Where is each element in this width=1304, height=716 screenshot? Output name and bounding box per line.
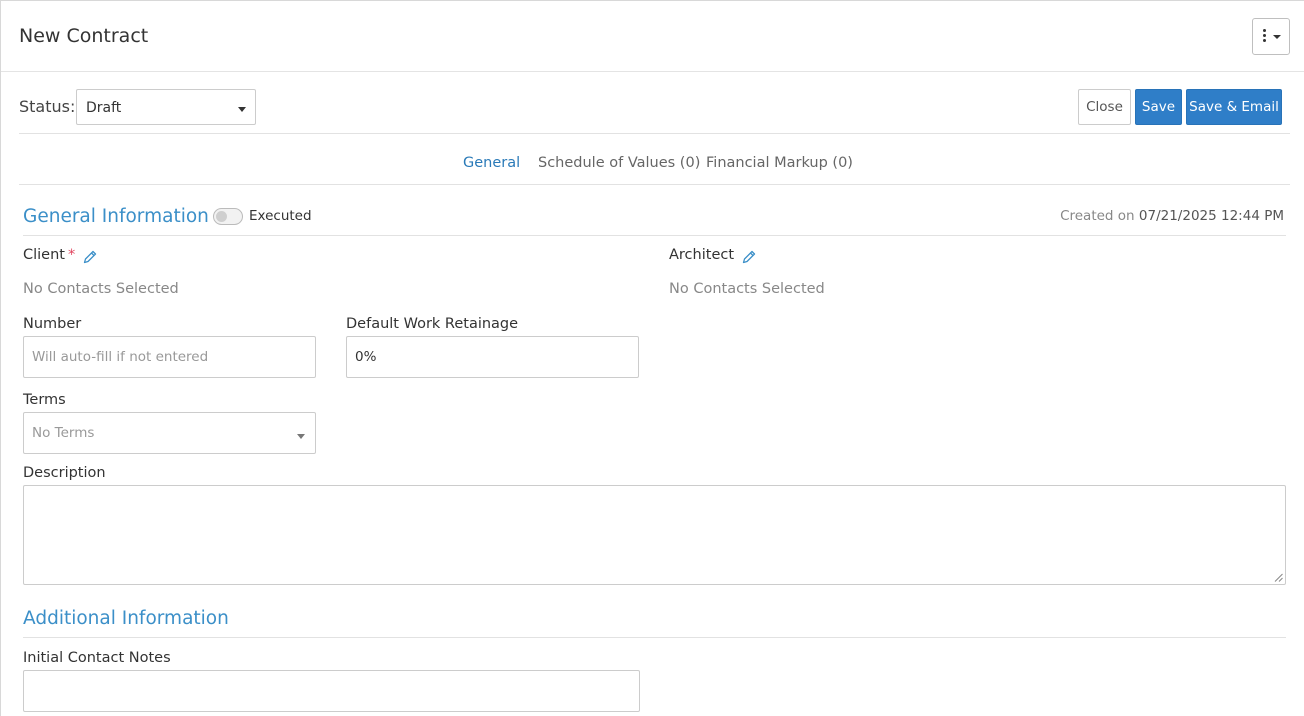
status-label: Status: <box>19 97 76 116</box>
number-placeholder: Will auto-fill if not entered <box>32 349 209 365</box>
retainage-value: 0% <box>355 349 377 365</box>
terms-placeholder: No Terms <box>32 425 95 441</box>
chevron-down-icon <box>238 107 246 112</box>
number-label: Number <box>23 316 82 332</box>
created-on-text: Created on 07/21/2025 12:44 PM <box>1060 208 1284 224</box>
divider <box>19 184 1290 185</box>
toggle-knob <box>216 211 227 222</box>
created-on-prefix: Created on <box>1060 208 1135 224</box>
architect-label: Architect <box>669 247 735 263</box>
required-marker: * <box>67 247 76 263</box>
close-button[interactable]: Close <box>1078 89 1131 125</box>
executed-toggle[interactable] <box>213 208 243 225</box>
kebab-menu-icon <box>1263 29 1267 45</box>
executed-label: Executed <box>249 208 312 224</box>
terms-select[interactable]: No Terms <box>23 412 316 454</box>
client-empty-text: No Contacts Selected <box>23 281 179 297</box>
chevron-down-icon <box>297 434 305 439</box>
initial-contact-notes-input[interactable] <box>23 670 640 712</box>
tab-financial-markup[interactable]: Financial Markup (0) <box>706 155 853 171</box>
initial-contact-notes-label: Initial Contact Notes <box>23 650 171 666</box>
divider <box>23 235 1286 236</box>
number-input[interactable]: Will auto-fill if not entered <box>23 336 316 378</box>
new-contract-modal: New Contract Status: Draft Close Save Sa… <box>0 0 1304 716</box>
terms-label: Terms <box>23 392 66 408</box>
save-button[interactable]: Save <box>1135 89 1182 125</box>
divider <box>19 133 1290 134</box>
status-selected-value: Draft <box>86 100 122 116</box>
pencil-icon[interactable] <box>82 249 98 265</box>
client-label: Client * <box>23 247 75 263</box>
description-textarea[interactable] <box>23 485 1286 585</box>
client-label-text: Client <box>23 247 65 263</box>
divider <box>23 637 1286 638</box>
status-select[interactable]: Draft <box>76 89 256 125</box>
pencil-icon[interactable] <box>741 249 757 265</box>
chevron-down-icon <box>1273 35 1281 39</box>
general-information-heading: General Information <box>23 206 209 227</box>
modal-title: New Contract <box>19 25 149 47</box>
tab-schedule-of-values[interactable]: Schedule of Values (0) <box>538 155 700 171</box>
retainage-label: Default Work Retainage <box>346 316 519 332</box>
description-label: Description <box>23 465 106 481</box>
save-and-email-button[interactable]: Save & Email <box>1186 89 1282 125</box>
additional-information-heading: Additional Information <box>23 608 229 629</box>
tab-general[interactable]: General <box>463 155 520 171</box>
architect-empty-text: No Contacts Selected <box>669 281 825 297</box>
more-options-button[interactable] <box>1252 18 1290 55</box>
retainage-input[interactable]: 0% <box>346 336 639 378</box>
resize-grip-icon[interactable] <box>1274 573 1283 582</box>
modal-header: New Contract <box>1 1 1304 72</box>
created-on-date: 07/21/2025 12:44 PM <box>1138 208 1284 224</box>
